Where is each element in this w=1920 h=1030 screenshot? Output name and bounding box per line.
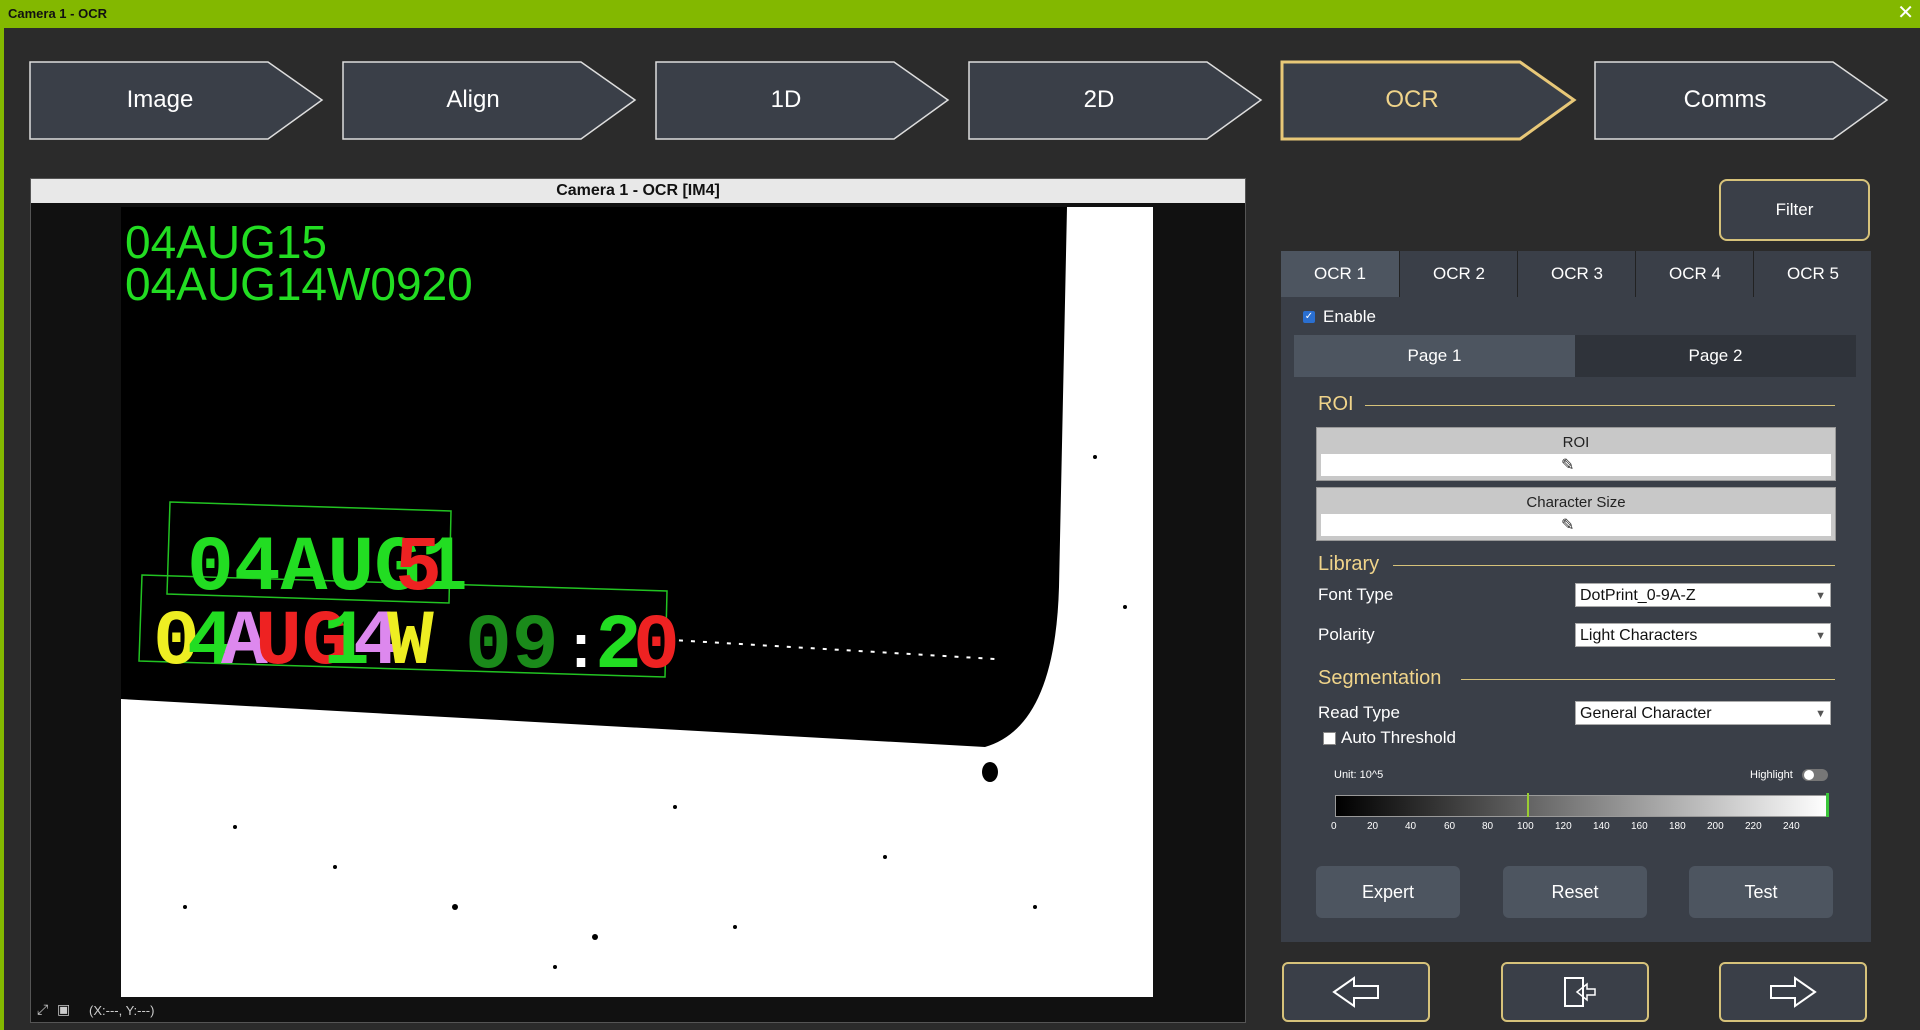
font-type-select[interactable]: DotPrint_0-9A-Z ▼ — [1575, 583, 1831, 607]
tick-label: 60 — [1444, 821, 1456, 832]
chevron-down-icon: ▼ — [1815, 708, 1826, 720]
tab-page-2[interactable]: Page 2 — [1575, 335, 1856, 377]
char-size-edit-field[interactable]: ✎ — [1321, 514, 1831, 536]
svg-text::: : — [563, 618, 599, 686]
tick-label: 0 — [1331, 821, 1337, 832]
library-divider — [1393, 565, 1835, 566]
unit-label: Unit: 10^5 — [1334, 769, 1384, 781]
enable-checkbox[interactable]: ✓ — [1303, 311, 1315, 323]
edit-char-size-icon[interactable]: ✎ — [1561, 515, 1574, 535]
polarity-value: Light Characters — [1580, 627, 1698, 644]
tab-page-1[interactable]: Page 1 — [1294, 335, 1575, 377]
image-icon[interactable]: ▣ — [57, 1001, 70, 1018]
auto-threshold-checkbox[interactable] — [1323, 732, 1336, 745]
step-comms-label: Comms — [1683, 86, 1767, 113]
test-button[interactable]: Test — [1689, 866, 1833, 918]
tab-ocr-4[interactable]: OCR 4 — [1635, 251, 1754, 297]
read-type-select[interactable]: General Character ▼ — [1575, 701, 1831, 725]
threshold-histogram[interactable] — [1335, 795, 1829, 817]
svg-text:09: 09 — [465, 603, 559, 691]
char-size-box: Character Size ✎ — [1316, 487, 1836, 541]
roi-label: ROI — [1562, 434, 1590, 451]
roi-section-title: ROI — [1318, 393, 1354, 415]
binary-image: 04AUG1 5 0 4 A UG 1 4 W 09 : 2 0 — [35, 207, 1241, 997]
arrow-left-icon — [1332, 976, 1379, 1008]
reset-button[interactable]: Reset — [1503, 866, 1647, 918]
tick-label: 20 — [1367, 821, 1379, 832]
highlight-toggle[interactable] — [1802, 769, 1828, 781]
step-image-label: Image — [126, 86, 194, 113]
tick-label: 180 — [1669, 821, 1686, 832]
font-type-label: Font Type — [1318, 585, 1394, 604]
svg-text:0: 0 — [633, 603, 680, 691]
highlight-label: Highlight — [1750, 769, 1793, 781]
fit-icon[interactable]: ⤢ — [37, 1001, 48, 1018]
tick-label: 100 — [1517, 821, 1534, 832]
svg-text:W: W — [387, 599, 434, 687]
tick-label: 240 — [1783, 821, 1800, 832]
step-1d-label: 1D — [770, 86, 802, 113]
tick-label: 160 — [1631, 821, 1648, 832]
chevron-down-icon: ▼ — [1815, 590, 1826, 602]
step-align-label: Align — [446, 86, 500, 113]
roi-box: ROI ✎ — [1316, 427, 1836, 481]
tick-label: 220 — [1745, 821, 1762, 832]
tab-ocr-1[interactable]: OCR 1 — [1281, 251, 1399, 297]
tick-label: 140 — [1593, 821, 1610, 832]
image-viewer[interactable]: Camera 1 - OCR [IM4] 04AUG1 5 0 4 A UG 1 — [30, 178, 1246, 1023]
step-ocr-label: OCR — [1385, 86, 1439, 113]
read-type-value: General Character — [1580, 705, 1712, 722]
page-tabs: Page 1 Page 2 — [1294, 335, 1856, 377]
threshold-marker[interactable] — [1527, 793, 1529, 817]
font-type-value: DotPrint_0-9A-Z — [1580, 587, 1696, 604]
exit-button[interactable] — [1501, 962, 1649, 1022]
read-type-label: Read Type — [1318, 703, 1400, 722]
ocr-result-2: 04AUG14W0920 — [125, 258, 473, 310]
tick-label: 120 — [1555, 821, 1572, 832]
edit-roi-icon[interactable]: ✎ — [1561, 455, 1574, 475]
threshold-end-marker[interactable] — [1826, 793, 1829, 817]
tick-label: 200 — [1707, 821, 1724, 832]
auto-threshold-label: Auto Threshold — [1341, 728, 1456, 747]
histogram-ticks: 0 20 40 60 80 100 120 140 160 180 200 22… — [1331, 821, 1831, 835]
exit-door-icon — [1564, 977, 1596, 1007]
segmentation-section-title: Segmentation — [1318, 667, 1442, 689]
next-button[interactable] — [1719, 962, 1867, 1022]
tick-label: 40 — [1405, 821, 1417, 832]
chevron-down-icon: ▼ — [1815, 630, 1826, 642]
camera-image[interactable]: 04AUG1 5 0 4 A UG 1 4 W 09 : 2 0 04AUG15… — [35, 207, 1241, 997]
viewer-title: Camera 1 - OCR [IM4] — [31, 179, 1245, 203]
polarity-label: Polarity — [1318, 625, 1375, 644]
step-2d-label: 2D — [1083, 86, 1115, 113]
tick-label: 80 — [1482, 821, 1494, 832]
char-size-label: Character Size — [1526, 494, 1626, 511]
arrow-right-icon — [1770, 976, 1817, 1008]
filter-button[interactable]: Filter — [1719, 179, 1870, 241]
roi-edit-field[interactable]: ✎ — [1321, 454, 1831, 476]
coordinate-readout: (X:---, Y:---) — [89, 1003, 155, 1018]
ocr-settings-panel: ✓ Enable Page 1 Page 2 ROI ROI ✎ Charact… — [1281, 297, 1871, 942]
tab-ocr-3[interactable]: OCR 3 — [1517, 251, 1636, 297]
polarity-select[interactable]: Light Characters ▼ — [1575, 623, 1831, 647]
ocr-tabs: OCR 1 OCR 2 OCR 3 OCR 4 OCR 5 — [1281, 251, 1871, 297]
enable-label: Enable — [1323, 307, 1376, 326]
expert-button[interactable]: Expert — [1316, 866, 1460, 918]
library-section-title: Library — [1318, 553, 1380, 575]
tab-ocr-5[interactable]: OCR 5 — [1753, 251, 1872, 297]
segmentation-divider — [1461, 679, 1835, 680]
ocr-result-1: 04AUG15 — [125, 216, 328, 268]
tab-ocr-2[interactable]: OCR 2 — [1399, 251, 1518, 297]
roi-divider — [1365, 405, 1835, 406]
back-button[interactable] — [1282, 962, 1430, 1022]
